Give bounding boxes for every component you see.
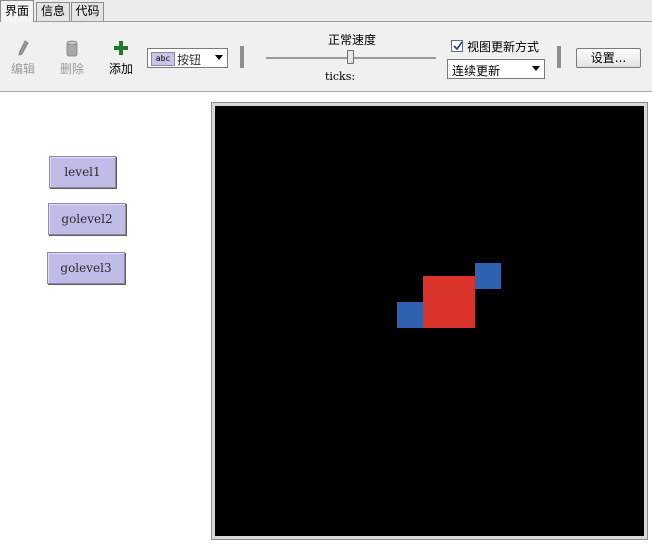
widget-type-value: 按钮: [177, 53, 202, 67]
button-widget-icon: abc: [151, 52, 175, 66]
edit-button[interactable]: 编辑: [3, 38, 43, 78]
red-patch: [423, 276, 475, 328]
blue-patch: [475, 263, 501, 289]
plus-icon: [114, 41, 128, 55]
view-updates-checkbox[interactable]: [451, 40, 463, 52]
blue-patch: [397, 302, 423, 328]
world-view[interactable]: [215, 106, 644, 536]
tab-strip: 界面 信息 代码: [0, 0, 652, 22]
tab-code[interactable]: 代码: [71, 2, 104, 21]
speed-label: 正常速度: [327, 33, 376, 47]
toolbar: 编辑 删除 添加 abc 按钮 正常速度 ticks: 视图更新方式 连续更新 …: [0, 22, 652, 92]
golevel2-button[interactable]: golevel2: [48, 203, 126, 235]
edit-label: 编辑: [10, 62, 35, 76]
update-mode-value: 连续更新: [452, 64, 501, 78]
add-button[interactable]: 添加: [101, 38, 141, 78]
settings-button[interactable]: 设置...: [576, 48, 641, 68]
widget-type-select[interactable]: abc 按钮: [147, 48, 228, 68]
golevel3-button[interactable]: golevel3: [47, 252, 125, 284]
toolbar-separator: [240, 46, 244, 68]
add-label: 添加: [108, 62, 133, 76]
speed-slider-thumb[interactable]: [347, 50, 354, 64]
ticks-label: ticks:: [324, 70, 356, 83]
delete-label: 删除: [59, 62, 84, 76]
pencil-icon: [18, 40, 29, 56]
delete-button[interactable]: 删除: [52, 38, 92, 78]
trash-icon: [66, 40, 78, 57]
chevron-down-icon: [215, 55, 223, 60]
chevron-down-icon: [532, 66, 540, 71]
tab-info[interactable]: 信息: [36, 2, 70, 21]
tab-interface[interactable]: 界面: [0, 0, 34, 22]
update-mode-select[interactable]: 连续更新: [447, 59, 545, 79]
toolbar-separator: [557, 46, 561, 68]
level1-button[interactable]: level1: [49, 156, 116, 188]
checkmark-icon: [453, 41, 463, 51]
view-updates-label: 视图更新方式: [467, 40, 540, 54]
